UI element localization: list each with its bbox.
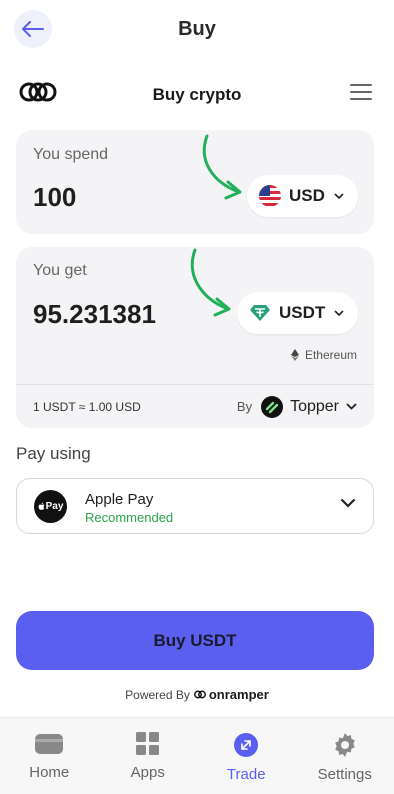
exchange-rate: 1 USDT ≈ 1.00 USD	[33, 399, 141, 414]
recommended-tag: Recommended	[85, 510, 174, 525]
receive-amount: 95.231381	[33, 299, 156, 329]
chevron-down-icon	[334, 193, 344, 199]
home-icon	[35, 734, 64, 754]
nav-label: Trade	[226, 766, 266, 783]
powered-by: Powered By onramper	[0, 687, 394, 702]
onramper-brand-text: onramper	[208, 687, 269, 702]
trade-icon	[234, 733, 259, 757]
bottom-nav: Home Apps Trade Settings	[0, 717, 394, 794]
payment-method-name: Apple Pay	[85, 491, 154, 508]
gear-icon	[334, 733, 355, 757]
spend-currency-code: USD	[289, 186, 325, 205]
receive-card: You get 95.231381 USDT Ethereum 1 USDT ≈…	[16, 247, 374, 428]
nav-item-trade[interactable]: Trade	[197, 718, 296, 794]
provider-by-label: By	[236, 399, 253, 414]
network-label: Ethereum	[290, 348, 357, 362]
chevron-down-icon	[346, 403, 357, 410]
ethereum-icon	[290, 349, 299, 361]
payment-section-label: Pay using	[16, 444, 91, 463]
provider-name: Topper	[290, 397, 339, 415]
payment-method-select[interactable]: Pay Apple Pay Recommended	[16, 478, 374, 534]
spend-card: You spend 100 USD	[16, 130, 374, 234]
us-flag-icon	[259, 185, 281, 207]
apple-pay-icon-text: Pay	[45, 501, 64, 512]
chevron-down-icon	[334, 310, 344, 316]
nav-item-apps[interactable]: Apps	[99, 718, 198, 794]
spend-amount-input[interactable]: 100	[33, 182, 76, 213]
nav-item-home[interactable]: Home	[0, 718, 99, 794]
page-title: Buy	[178, 18, 216, 40]
powered-by-label: Powered By	[125, 687, 190, 702]
widget-title: Buy crypto	[152, 85, 242, 104]
onramper-brand-icon	[193, 690, 206, 699]
menu-icon[interactable]	[350, 84, 372, 105]
apple-pay-icon: Pay	[34, 490, 67, 523]
network-name: Ethereum	[304, 348, 357, 362]
topper-logo-icon	[261, 395, 284, 418]
spend-label: You spend	[33, 146, 109, 163]
receive-currency-select[interactable]: USDT	[237, 292, 359, 334]
receive-currency-code: USDT	[279, 303, 326, 322]
widget-header: Buy crypto	[0, 78, 394, 108]
receive-label: You get	[33, 262, 87, 279]
onramper-brand: onramper	[193, 687, 269, 702]
spend-currency-select[interactable]: USD	[247, 175, 358, 217]
buy-button[interactable]: Buy USDT	[16, 611, 374, 670]
chevron-down-icon	[340, 498, 356, 508]
nav-label: Settings	[317, 766, 372, 783]
nav-label: Home	[29, 764, 70, 781]
quote-row[interactable]: 1 USDT ≈ 1.00 USD By Topper	[16, 384, 374, 428]
provider-select[interactable]: By Topper	[236, 395, 357, 418]
app-header: Buy	[0, 0, 394, 60]
apps-icon	[135, 732, 159, 755]
nav-label: Apps	[130, 764, 165, 781]
nav-item-settings[interactable]: Settings	[296, 718, 394, 794]
tether-icon	[250, 305, 270, 321]
